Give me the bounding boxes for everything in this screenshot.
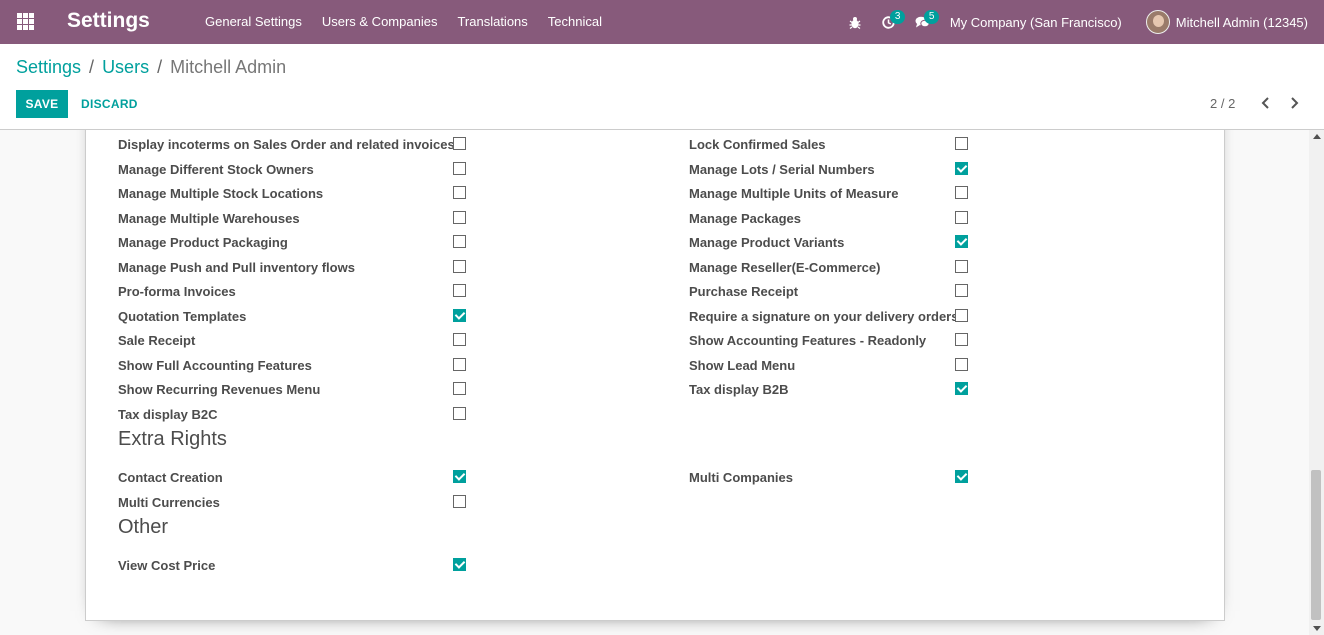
activity-count-badge: 3 — [889, 10, 906, 24]
checkbox-checked[interactable] — [955, 470, 968, 483]
checkbox-checked[interactable] — [955, 161, 968, 175]
messages-chat-icon[interactable]: 5 — [906, 0, 940, 44]
message-count-badge: 5 — [923, 10, 940, 24]
breadcrumb-users[interactable]: Users — [102, 57, 149, 78]
checkbox-unchecked[interactable] — [453, 494, 466, 508]
top-navbar: Settings General Settings Users & Compan… — [0, 0, 1324, 44]
field-label: Tax display B2C — [118, 406, 218, 422]
field-label: Manage Multiple Warehouses — [118, 210, 300, 226]
field-label: Contact Creation — [118, 470, 223, 485]
form-sheet: Display incoterms on Sales Order and rel… — [85, 130, 1225, 621]
discard-button[interactable]: DISCARD — [81, 90, 138, 118]
control-panel: Settings / Users / Mitchell Admin SAVE D… — [0, 44, 1324, 130]
checkbox-unchecked[interactable] — [955, 186, 968, 199]
checkbox-unchecked[interactable] — [955, 137, 968, 150]
apps-menu-icon[interactable] — [17, 13, 34, 30]
field-label: Pro-forma Invoices — [118, 284, 236, 299]
breadcrumb-settings[interactable]: Settings — [16, 57, 81, 78]
breadcrumb: Settings / Users / Mitchell Admin — [16, 57, 286, 78]
checkbox-unchecked[interactable] — [955, 308, 968, 322]
activity-clock-icon[interactable]: 3 — [872, 0, 906, 44]
checkbox-checked[interactable] — [955, 382, 968, 395]
form-content: Display incoterms on Sales Order and rel… — [0, 130, 1309, 635]
field-label: Manage Multiple Units of Measure — [689, 186, 899, 201]
breadcrumb-separator: / — [157, 57, 163, 77]
checkbox-unchecked[interactable] — [453, 186, 466, 199]
field-label: Manage Product Packaging — [118, 235, 288, 250]
section-title-extra-rights: Extra Rights — [118, 428, 227, 450]
field-label: Sale Receipt — [118, 333, 196, 348]
main-menu: General Settings Users & Companies Trans… — [195, 0, 612, 44]
breadcrumb-separator: / — [89, 57, 95, 77]
field-label: Quotation Templates — [118, 308, 247, 324]
menu-technical[interactable]: Technical — [538, 0, 612, 44]
checkbox-unchecked[interactable] — [453, 137, 466, 150]
field-label: Show Recurring Revenues Menu — [118, 382, 321, 397]
field-label: Show Accounting Features - Readonly — [689, 333, 927, 348]
user-name: Mitchell Admin (12345) — [1175, 14, 1308, 30]
field-label: Multi Currencies — [118, 494, 220, 510]
menu-translations[interactable]: Translations — [447, 0, 537, 44]
checkbox-unchecked[interactable] — [453, 235, 466, 248]
section-title-other: Other — [118, 516, 169, 538]
scroll-thumb[interactable] — [1311, 470, 1321, 620]
field-label: Tax display B2B — [689, 382, 789, 397]
field-label: Multi Companies — [689, 470, 794, 485]
pager-value[interactable]: 2 / 2 — [1210, 96, 1235, 111]
field-label: Manage Product Variants — [689, 235, 845, 250]
menu-general-settings[interactable]: General Settings — [195, 0, 312, 44]
checkbox-unchecked[interactable] — [955, 210, 968, 224]
field-label: Display incoterms on Sales Order and rel… — [118, 137, 455, 152]
field-label: Purchase Receipt — [689, 284, 799, 299]
checkbox-unchecked[interactable] — [453, 210, 466, 224]
checkbox-unchecked[interactable] — [453, 382, 466, 395]
scroll-down-arrow-icon[interactable] — [1313, 626, 1321, 631]
avatar — [1145, 10, 1170, 34]
field-label: Lock Confirmed Sales — [689, 137, 826, 152]
debug-bug-icon[interactable] — [838, 0, 872, 44]
field-label: Manage Multiple Stock Locations — [118, 186, 324, 201]
checkbox-checked[interactable] — [453, 558, 466, 571]
field-label: Require a signature on your delivery ord… — [689, 308, 959, 324]
menu-users-companies[interactable]: Users & Companies — [312, 0, 448, 44]
checkbox-unchecked[interactable] — [453, 259, 466, 273]
vertical-scrollbar[interactable] — [1309, 130, 1324, 635]
systray: 3 5 My Company (San Francisco) Mitchell … — [838, 0, 1324, 44]
user-menu[interactable]: Mitchell Admin (12345) — [1136, 10, 1324, 34]
checkbox-unchecked[interactable] — [453, 333, 466, 346]
breadcrumb-current: Mitchell Admin — [170, 57, 287, 77]
checkbox-unchecked[interactable] — [453, 406, 466, 420]
pager-previous-icon[interactable] — [1258, 94, 1274, 112]
field-label: Show Lead Menu — [689, 357, 796, 373]
checkbox-unchecked[interactable] — [955, 357, 968, 371]
scroll-up-arrow-icon[interactable] — [1313, 134, 1321, 139]
field-label: Manage Push and Pull inventory flows — [118, 259, 355, 275]
company-switcher[interactable]: My Company (San Francisco) — [940, 15, 1136, 30]
field-label: View Cost Price — [118, 558, 216, 573]
field-label: Manage Lots / Serial Numbers — [689, 161, 875, 177]
checkbox-unchecked[interactable] — [955, 259, 968, 273]
save-button[interactable]: SAVE — [16, 90, 68, 118]
checkbox-checked[interactable] — [955, 235, 968, 248]
app-title[interactable]: Settings — [67, 9, 150, 33]
checkbox-unchecked[interactable] — [453, 284, 466, 297]
field-label: Show Full Accounting Features — [118, 357, 312, 373]
field-label: Manage Reseller(E-Commerce) — [689, 259, 881, 275]
checkbox-checked[interactable] — [453, 470, 466, 483]
checkbox-unchecked[interactable] — [453, 357, 466, 371]
checkbox-unchecked[interactable] — [453, 161, 466, 175]
pager-next-icon[interactable] — [1286, 94, 1302, 112]
field-label: Manage Packages — [689, 210, 802, 226]
field-label: Manage Different Stock Owners — [118, 161, 314, 177]
checkbox-unchecked[interactable] — [955, 284, 968, 297]
checkbox-checked[interactable] — [453, 308, 466, 322]
checkbox-unchecked[interactable] — [955, 333, 968, 346]
